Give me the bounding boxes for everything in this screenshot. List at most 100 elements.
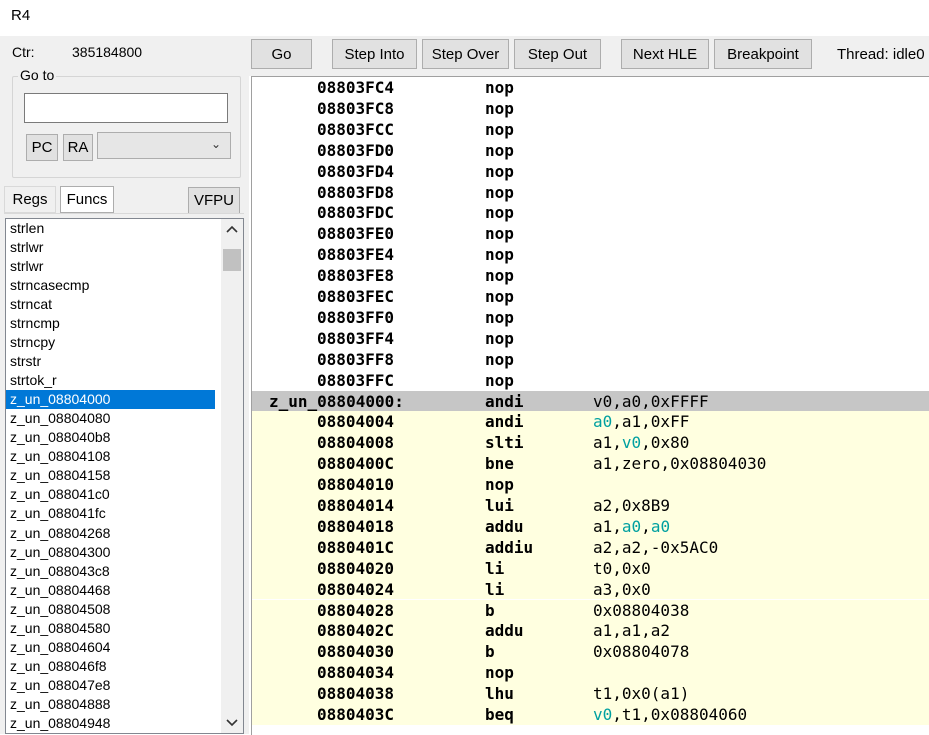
operand-text: 0x08804078 (593, 642, 690, 662)
function-list-item[interactable]: strncpy (6, 333, 215, 352)
function-list-item[interactable]: z_un_088040b8 (6, 428, 215, 447)
disasm-address: 08803FD4 (317, 161, 395, 181)
disasm-operands: v0,t1,0x08804060 (593, 704, 747, 725)
function-list-item[interactable]: z_un_08804268 (6, 524, 215, 543)
disasm-row[interactable]: 08803FCC nop (252, 119, 929, 140)
disasm-opcode: b (485, 600, 495, 620)
disasm-row[interactable]: 08804024 li a3,0x0 (252, 578, 929, 600)
highlighted-register: a0 (621, 516, 642, 536)
scroll-down-icon[interactable] (221, 713, 243, 733)
scroll-thumb[interactable] (223, 249, 241, 271)
function-list-item[interactable]: z_un_08804080 (6, 409, 215, 428)
disasm-row[interactable]: 0880401C addiu a2,a2,-0x5AC0 (252, 536, 929, 558)
function-list-item[interactable]: z_un_08804108 (6, 447, 215, 466)
disasm-row[interactable]: 08803FE8 nop (252, 265, 929, 286)
disasm-operands: a1,a1,a2 (593, 620, 670, 641)
function-list-item[interactable]: strlwr (6, 238, 215, 257)
goto-combo[interactable]: ⌄ (97, 132, 231, 159)
step-over-button[interactable]: Step Over (422, 39, 509, 69)
disasm-row[interactable]: 0880400C bne a1,zero,0x08804030 (252, 453, 929, 475)
pc-button[interactable]: PC (26, 134, 58, 161)
disasm-opcode: nop (485, 328, 514, 348)
function-list-item[interactable]: z_un_08804580 (6, 619, 215, 638)
disasm-operands: 0x08804038 (593, 600, 689, 621)
function-list-item[interactable]: z_un_08804948 (6, 714, 215, 733)
disasm-row[interactable]: 08804030 b 0x08804078 (252, 641, 929, 663)
function-list-item[interactable]: strlen (6, 219, 215, 238)
disasm-row[interactable]: 08803FF0 nop (252, 307, 929, 328)
function-list-item[interactable]: z_un_088041fc (6, 504, 215, 523)
ctr-value: 385184800 (72, 44, 143, 60)
function-list-item[interactable]: z_un_088047e8 (6, 676, 215, 695)
disasm-row[interactable]: 08804004 andi a0,a1,0xFF (252, 411, 929, 433)
disasm-address: 08803FEC (317, 287, 395, 306)
ra-button[interactable]: RA (63, 134, 93, 161)
operand-text: ,a1,0xFF (612, 412, 690, 432)
disasm-operands: 0x08804078 (593, 641, 689, 662)
scroll-up-icon[interactable] (221, 219, 243, 239)
disasm-row[interactable]: 08804018 addu a1,a0,a0 (252, 515, 929, 537)
disasm-row[interactable]: 08803FF8 nop (252, 349, 929, 370)
function-list-item[interactable]: z_un_08804468 (6, 581, 215, 600)
function-list-item[interactable]: z_un_088046f8 (6, 657, 215, 676)
function-list-item[interactable]: z_un_08804508 (6, 600, 215, 619)
function-list-item[interactable]: strncat (6, 295, 215, 314)
next-hle-button[interactable]: Next HLE (621, 39, 709, 69)
disasm-address: 08804038 (317, 684, 395, 704)
function-list-item[interactable]: z_un_08804300 (6, 543, 215, 562)
disasm-opcode: nop (485, 266, 514, 286)
disasm-row[interactable]: 08803FD4 nop (252, 161, 929, 182)
disasm-address: 08804014 (317, 496, 395, 515)
function-list-scrollbar[interactable] (221, 219, 243, 733)
disasm-row[interactable]: 08804034 nop (252, 662, 929, 684)
disasm-address: 08803FD8 (317, 182, 395, 202)
disasm-row[interactable]: 08803FD8 nop (252, 182, 929, 203)
goto-input[interactable] (24, 93, 228, 123)
disasm-row[interactable]: 08803FC4 nop (252, 77, 929, 98)
disasm-address: 08804034 (317, 663, 395, 683)
disasm-opcode: nop (485, 140, 514, 160)
step-into-button[interactable]: Step Into (332, 39, 417, 69)
function-list-item[interactable]: z_un_08804888 (6, 695, 215, 714)
go-button[interactable]: Go (251, 39, 312, 69)
disasm-row[interactable]: 08803FFC nop (252, 370, 929, 391)
function-list-item[interactable]: z_un_08804158 (6, 466, 215, 485)
disasm-row[interactable]: 08803FDC nop (252, 202, 929, 223)
function-list-item[interactable]: strtok_r (6, 371, 215, 390)
disasm-opcode: nop (485, 182, 514, 202)
function-list-item[interactable]: z_un_088043c8 (6, 562, 215, 581)
function-list[interactable]: strlen strlwr strlwr strncasecmp strncat strn… (5, 218, 244, 734)
disasm-opcode: nop (485, 119, 514, 139)
disasm-row[interactable]: 08804028 b 0x08804038 (252, 599, 929, 621)
disasm-row[interactable]: 08804010 nop (252, 474, 929, 495)
function-list-item[interactable]: z_un_088041c0 (6, 485, 215, 504)
disasm-row[interactable]: 08804038 lhu t1,0x0(a1) (252, 683, 929, 704)
disasm-row[interactable]: 0880403C beq v0,t1,0x08804060 (252, 704, 929, 725)
function-list-item[interactable]: strstr (6, 352, 215, 371)
disasm-row[interactable]: 08803FF4 nop (252, 328, 929, 349)
disasm-row[interactable]: 08803FC8 nop (252, 98, 929, 119)
disasm-row[interactable]: 08803FEC nop (252, 286, 929, 307)
function-list-item[interactable]: z_un_08804604 (6, 638, 215, 657)
disasm-operands: a3,0x0 (593, 579, 651, 600)
function-list-item[interactable]: strncasecmp (6, 276, 215, 295)
tab-regs[interactable]: Regs (4, 186, 56, 213)
function-list-item[interactable]: z_un_08804000 (6, 390, 215, 410)
disasm-address: 08803FD0 (317, 140, 395, 160)
disasm-address: 08803FE8 (317, 266, 395, 286)
disasm-row[interactable]: 08804014 lui a2,0x8B9 (252, 495, 929, 516)
step-out-button[interactable]: Step Out (514, 39, 601, 69)
tab-vfpu[interactable]: VFPU (188, 187, 240, 214)
disasm-row[interactable]: 08803FD0 nop (252, 140, 929, 161)
disasm-row[interactable]: 08804020 li t0,0x0 (252, 557, 929, 579)
disassembly-view[interactable]: 08803FC4 nop 08803FC8 nop 08803FCC nop 08803FD… (251, 76, 929, 735)
disasm-row[interactable]: 08804008 slti a1,v0,0x80 (252, 432, 929, 454)
breakpoint-button[interactable]: Breakpoint (714, 39, 812, 69)
disasm-row[interactable]: 08803FE4 nop (252, 244, 929, 265)
disasm-row-current[interactable]: z_un_08804000: andi v0,a0,0xFFFF (252, 390, 929, 412)
tab-funcs[interactable]: Funcs (60, 186, 114, 213)
function-list-item[interactable]: strncmp (6, 314, 215, 333)
function-list-item[interactable]: strlwr (6, 257, 215, 276)
disasm-row[interactable]: 0880402C addu a1,a1,a2 (252, 620, 929, 642)
disasm-row[interactable]: 08803FE0 nop (252, 223, 929, 244)
